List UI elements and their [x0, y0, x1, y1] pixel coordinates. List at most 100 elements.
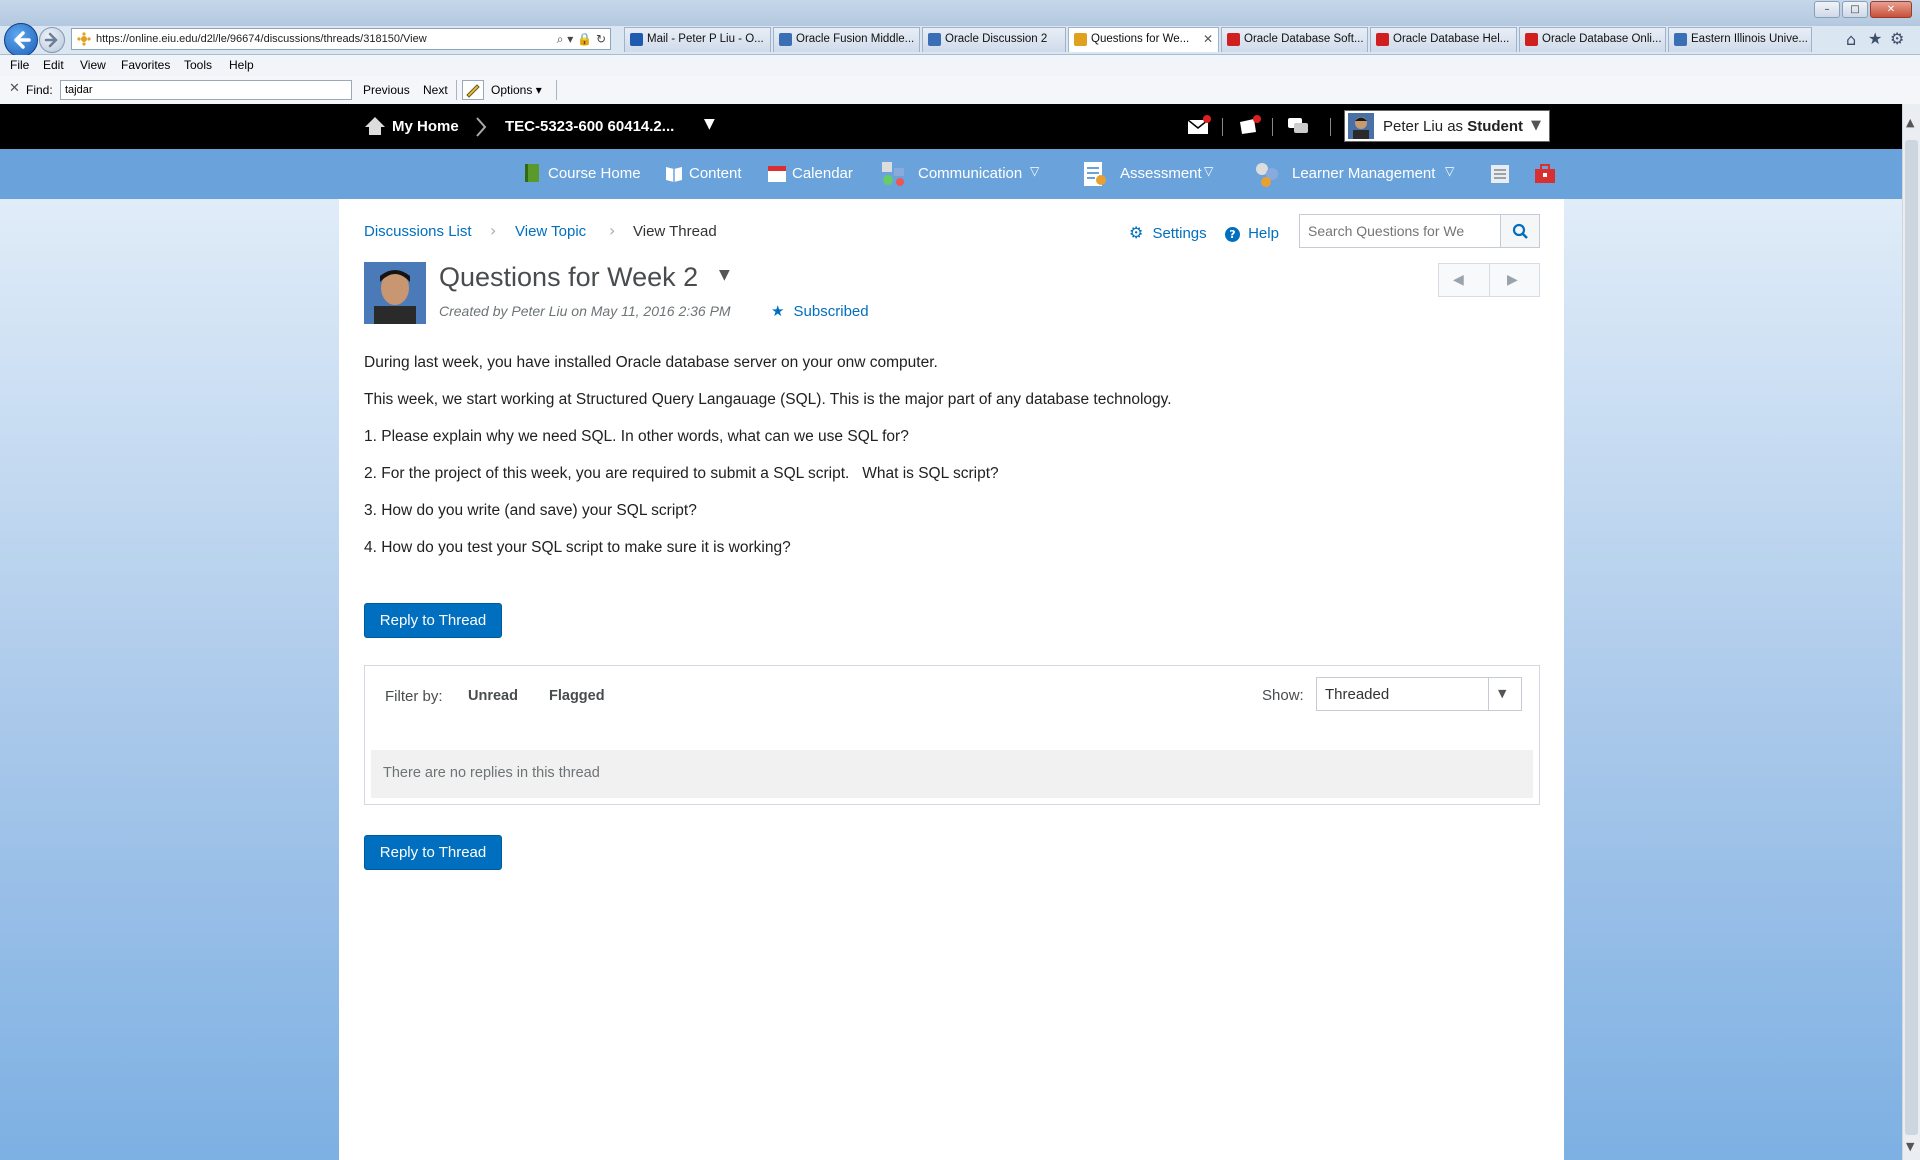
scrollbar-thumb[interactable] — [1905, 140, 1918, 1135]
scroll-down-icon[interactable]: ▼ — [1906, 1140, 1914, 1153]
book-icon — [525, 164, 539, 182]
favorites-star-icon[interactable]: ★ — [1868, 29, 1882, 48]
user-menu[interactable]: Peter Liu as Student ▼ — [1344, 110, 1550, 142]
toolbox-icon[interactable] — [1534, 164, 1556, 184]
reply-to-thread-button-bottom[interactable]: Reply to Thread — [364, 835, 502, 870]
find-label: Find: — [26, 83, 53, 97]
minimize-button[interactable]: – — [1814, 1, 1840, 18]
find-next-button[interactable]: Next — [423, 83, 448, 97]
close-tab-icon[interactable]: ✕ — [1203, 32, 1213, 46]
browser-tab[interactable]: Mail - Peter P Liu - O... — [624, 27, 771, 52]
course-selector[interactable]: TEC-5323-600 60414.2... — [505, 118, 674, 135]
help-link[interactable]: ? Help — [1225, 223, 1279, 242]
home-icon[interactable]: ⌂ — [1846, 30, 1856, 49]
tab-favicon-icon — [1525, 33, 1538, 46]
site-favicon-icon — [77, 32, 91, 46]
search-thread-input[interactable] — [1299, 214, 1501, 248]
show-label: Show: — [1262, 687, 1304, 704]
thread-body-line: 2. For the project of this week, you are… — [364, 465, 999, 482]
search-button[interactable] — [1500, 214, 1540, 248]
chevron-down-icon: ▽ — [1445, 164, 1455, 178]
thread-pager: ◀ ▶ — [1438, 263, 1540, 297]
menu-item-tools[interactable]: Tools — [184, 58, 212, 72]
settings-link[interactable]: ⚙ Settings — [1129, 223, 1207, 242]
thread-body-line: 3. How do you write (and save) your SQL … — [364, 502, 697, 519]
back-arrow-icon — [14, 31, 31, 49]
course-dropdown-icon[interactable]: ▼ — [704, 116, 715, 132]
learner-management-icon — [1256, 163, 1278, 187]
nav-assessment-label: Assessment — [1120, 165, 1202, 182]
my-home-label: My Home — [392, 118, 459, 135]
grades-icon[interactable] — [1490, 164, 1510, 184]
back-button[interactable] — [4, 23, 38, 57]
browser-tab[interactable]: Oracle Database Hel... — [1370, 27, 1517, 52]
menu-item-edit[interactable]: Edit — [43, 58, 64, 72]
show-select[interactable]: Threaded ▼ — [1316, 677, 1522, 711]
user-dropdown-icon[interactable]: ▼ — [1531, 118, 1541, 133]
top-divider-2 — [1272, 118, 1273, 136]
menu-item-favorites[interactable]: Favorites — [121, 58, 170, 72]
main-content: Discussions List › View Topic › View Thr… — [339, 199, 1564, 1160]
thread-actions-dropdown-icon[interactable]: ▼ — [719, 267, 730, 283]
page-scrollbar[interactable]: ▲ ▼ — [1902, 104, 1920, 1160]
tab-favicon-icon — [1074, 33, 1087, 46]
refresh-icon[interactable]: ↻ — [596, 32, 606, 46]
breadcrumb-separator: › — [609, 221, 616, 240]
thread-body-line: 4. How do you test your SQL script to ma… — [364, 539, 791, 556]
filter-unread-link[interactable]: Unread — [468, 688, 518, 704]
previous-thread-button[interactable]: ◀ — [1453, 272, 1464, 288]
filter-by-label: Filter by: — [385, 688, 443, 705]
menu-item-view[interactable]: View — [80, 58, 106, 72]
subscribed-toggle[interactable]: ★ Subscribed — [771, 301, 869, 320]
menu-item-help[interactable]: Help — [229, 58, 254, 72]
forward-button[interactable] — [39, 27, 65, 53]
tab-favicon-icon — [1227, 33, 1240, 46]
communication-icon — [882, 162, 904, 186]
browser-tab-label: Oracle Fusion Middle... — [796, 33, 915, 45]
tools-gear-icon[interactable]: ⚙ — [1890, 29, 1904, 48]
next-thread-button[interactable]: ▶ — [1507, 272, 1518, 288]
close-find-icon[interactable]: ✕ — [9, 81, 20, 96]
address-bar-icons[interactable]: ⌕ ▾ 🔒 ↻ — [557, 32, 606, 47]
browser-tab[interactable]: Oracle Fusion Middle... — [773, 27, 920, 52]
maximize-button[interactable]: □ — [1842, 1, 1868, 18]
browser-tab-label: Oracle Discussion 2 — [945, 33, 1048, 45]
options-pencil-icon[interactable] — [462, 80, 484, 100]
lock-icon: 🔒 — [577, 32, 593, 46]
address-bar[interactable]: https://online.eiu.edu/d2l/le/96674/disc… — [71, 28, 611, 50]
help-icon: ? — [1225, 227, 1240, 242]
created-by-text: Created by Peter Liu on May 11, 2016 2:3… — [439, 303, 731, 319]
search-icon[interactable]: ⌕ — [557, 32, 564, 46]
settings-label: Settings — [1152, 225, 1207, 242]
find-divider — [456, 80, 457, 100]
browser-tab[interactable]: Questions for We... ✕ — [1068, 27, 1219, 52]
top-divider-3 — [1330, 118, 1331, 136]
tab-favicon-icon — [779, 33, 792, 46]
find-input[interactable] — [60, 80, 352, 100]
scroll-up-icon[interactable]: ▲ — [1906, 116, 1914, 129]
browser-tab[interactable]: Oracle Database Onli... — [1519, 27, 1666, 52]
pager-divider — [1489, 264, 1490, 296]
reply-to-thread-button[interactable]: Reply to Thread — [364, 603, 502, 638]
browser-navigation-bar: https://online.eiu.edu/d2l/le/96674/disc… — [0, 23, 1920, 57]
breadcrumb-discussions-list[interactable]: Discussions List — [364, 223, 472, 240]
dropdown-icon[interactable]: ▾ — [567, 32, 573, 46]
search-icon — [1512, 223, 1528, 239]
find-divider-2 — [556, 80, 557, 100]
browser-tab[interactable]: Oracle Discussion 2 — [922, 27, 1066, 52]
browser-tab[interactable]: Eastern Illinois Unive... — [1668, 27, 1812, 52]
menu-item-file[interactable]: File — [10, 58, 29, 72]
no-replies-text: There are no replies in this thread — [383, 765, 600, 781]
gear-icon: ⚙ — [1129, 223, 1144, 242]
close-window-button[interactable]: ✕ — [1870, 1, 1912, 18]
breadcrumb-view-topic[interactable]: View Topic — [515, 223, 586, 240]
updates-icon[interactable] — [1236, 114, 1262, 136]
nav-communication-label: Communication — [918, 165, 1023, 182]
chat-icon[interactable] — [1286, 115, 1310, 137]
mail-icon[interactable] — [1186, 114, 1212, 136]
chevron-down-icon: ▽ — [1204, 164, 1214, 178]
filter-flagged-link[interactable]: Flagged — [549, 688, 605, 704]
browser-tab[interactable]: Oracle Database Soft... — [1221, 27, 1368, 52]
find-options-button[interactable]: Options ▾ — [491, 83, 542, 97]
find-previous-button[interactable]: Previous — [363, 83, 410, 97]
